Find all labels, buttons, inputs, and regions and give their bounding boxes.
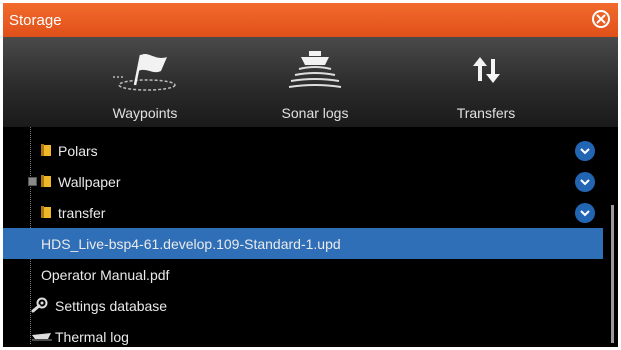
storage-window: Storage Waypoints Sonar logs Transfers P… — [3, 3, 618, 347]
list-item-label: HDS_Live-bsp4-61.develop.109-Standard-1.… — [41, 236, 341, 252]
list-item-transfer[interactable]: transfer — [3, 197, 603, 228]
sonar-logs-icon — [288, 51, 342, 88]
list-item-label: transfer — [58, 205, 106, 221]
scrollbar[interactable] — [608, 127, 616, 347]
file-list: Polars Wallpaper transfer HDS_Live-bsp4-… — [3, 127, 618, 347]
close-button[interactable] — [592, 10, 610, 28]
storage-toolbar: Waypoints Sonar logs Transfers — [3, 37, 618, 127]
title-bar: Storage — [3, 3, 618, 37]
list-item-label: Thermal log — [55, 329, 129, 345]
transfers-button[interactable]: Transfers — [416, 37, 556, 127]
folder-icon — [41, 175, 51, 187]
close-icon — [596, 14, 606, 24]
item-menu-button[interactable] — [575, 172, 595, 192]
list-item-update-file[interactable]: HDS_Live-bsp4-61.develop.109-Standard-1.… — [3, 228, 603, 259]
list-item-thermal-log[interactable]: Thermal log — [3, 321, 603, 347]
expand-toggle[interactable] — [28, 177, 37, 186]
list-item-label: Polars — [58, 143, 98, 159]
list-item-label: Operator Manual.pdf — [41, 267, 170, 283]
waypoints-label: Waypoints — [112, 105, 178, 121]
folder-icon — [41, 144, 51, 156]
item-menu-button[interactable] — [575, 141, 595, 161]
folder-icon — [41, 206, 51, 218]
list-item-settings-database[interactable]: Settings database — [3, 290, 603, 321]
waypoints-button[interactable]: Waypoints — [75, 37, 215, 127]
list-item-label: Settings database — [55, 298, 168, 314]
sonar-logs-label: Sonar logs — [281, 105, 349, 121]
waypoints-flag-icon — [113, 54, 176, 91]
settings-wrench-icon — [31, 297, 48, 313]
sonar-logs-button[interactable]: Sonar logs — [245, 37, 385, 127]
list-item-label: Wallpaper — [58, 174, 121, 190]
list-item-operator-manual[interactable]: Operator Manual.pdf — [3, 259, 603, 290]
list-item-polars[interactable]: Polars — [3, 135, 603, 166]
thermal-boat-icon — [32, 333, 52, 341]
chevron-down-icon — [580, 179, 590, 186]
chevron-down-icon — [580, 148, 590, 155]
window-title: Storage — [9, 12, 62, 29]
chevron-down-icon — [580, 210, 590, 217]
list-item-wallpaper[interactable]: Wallpaper — [3, 166, 603, 197]
scrollbar-thumb[interactable] — [611, 205, 614, 343]
transfers-label: Transfers — [456, 105, 516, 121]
transfers-arrows-icon — [473, 57, 500, 83]
item-menu-button[interactable] — [575, 203, 595, 223]
